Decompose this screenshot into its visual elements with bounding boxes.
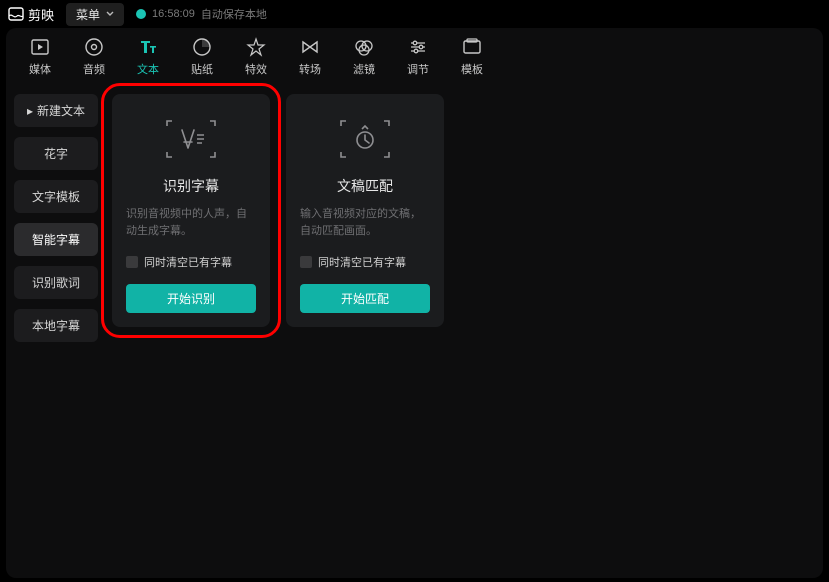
nav-label: 模板 [461,61,483,77]
app-logo-icon [8,6,24,22]
checkbox-label: 同时清空已有字幕 [144,254,232,270]
effects-icon [246,37,266,57]
app-name: 剪映 [28,5,54,24]
clear-subtitles-checkbox[interactable]: 同时清空已有字幕 [126,254,256,270]
nav-label: 媒体 [29,61,51,77]
filter-icon [354,37,374,57]
nav-filter[interactable]: 滤镜 [338,32,390,82]
nav-label: 特效 [245,61,267,77]
top-nav: 媒体 音频 文本 贴纸 特效 转场 滤镜 调节 模板 [6,28,823,86]
nav-media[interactable]: 媒体 [14,32,66,82]
sidebar-item-text-template[interactable]: 文字模板 [14,180,98,213]
checkbox-label: 同时清空已有字幕 [318,254,406,270]
text-icon [138,37,158,57]
sidebar-item-new-text[interactable]: ▸ 新建文本 [14,94,98,127]
sidebar-item-local-subtitle[interactable]: 本地字幕 [14,309,98,342]
sidebar-item-recognize-lyrics[interactable]: 识别歌词 [14,266,98,299]
adjust-icon [408,37,428,57]
template-icon [462,37,482,57]
nav-label: 音频 [83,61,105,77]
sidebar-item-label: 识别歌词 [32,274,80,291]
content-area: 识别字幕 识别音视频中的人声，自动生成字幕。 同时清空已有字幕 开始识别 文稿匹… [106,86,823,578]
nav-label: 转场 [299,61,321,77]
menu-button[interactable]: 菜单 [66,3,124,26]
sidebar-item-flower-text[interactable]: 花字 [14,137,98,170]
sidebar-item-label: 新建文本 [37,102,85,119]
status-dot-icon [136,9,146,19]
menu-label: 菜单 [76,6,100,23]
card-title: 文稿匹配 [337,176,393,196]
nav-adjust[interactable]: 调节 [392,32,444,82]
nav-label: 文本 [137,61,159,77]
sidebar-item-label: 文字模板 [32,188,80,205]
card-description: 输入音视频对应的文稿，自动匹配画面。 [300,206,430,240]
checkbox-icon [126,256,138,268]
transition-icon [300,37,320,57]
bullet-icon: ▸ [27,104,33,118]
sidebar-item-label: 本地字幕 [32,317,80,334]
sidebar: ▸ 新建文本 花字 文字模板 智能字幕 识别歌词 本地字幕 [6,86,106,578]
nav-sticker[interactable]: 贴纸 [176,32,228,82]
nav-template[interactable]: 模板 [446,32,498,82]
nav-audio[interactable]: 音频 [68,32,120,82]
sticker-icon [192,37,212,57]
status-text: 自动保存本地 [201,6,267,22]
nav-transition[interactable]: 转场 [284,32,336,82]
card-description: 识别音视频中的人声，自动生成字幕。 [126,206,256,240]
chevron-down-icon [106,11,114,17]
audio-icon [84,37,104,57]
clear-subtitles-checkbox[interactable]: 同时清空已有字幕 [300,254,430,270]
checkbox-icon [300,256,312,268]
start-recognize-button[interactable]: 开始识别 [126,284,256,313]
recognize-subtitle-icon [164,118,218,160]
app-logo: 剪映 [8,5,54,24]
sidebar-item-smart-subtitle[interactable]: 智能字幕 [14,223,98,256]
workspace: ▸ 新建文本 花字 文字模板 智能字幕 识别歌词 本地字幕 [6,86,823,578]
title-bar: 剪映 菜单 16:58:09 自动保存本地 [0,0,829,28]
nav-label: 滤镜 [353,61,375,77]
sidebar-item-label: 智能字幕 [32,231,80,248]
card-recognize-subtitle: 识别字幕 识别音视频中的人声，自动生成字幕。 同时清空已有字幕 开始识别 [112,94,270,327]
start-match-button[interactable]: 开始匹配 [300,284,430,313]
transcript-match-icon [338,118,392,160]
sidebar-item-label: 花字 [44,145,68,162]
card-title: 识别字幕 [163,176,219,196]
card-transcript-match: 文稿匹配 输入音视频对应的文稿，自动匹配画面。 同时清空已有字幕 开始匹配 [286,94,444,327]
media-icon [30,37,50,57]
nav-effects[interactable]: 特效 [230,32,282,82]
nav-text[interactable]: 文本 [122,32,174,82]
nav-label: 贴纸 [191,61,213,77]
status-time: 16:58:09 [152,8,195,20]
nav-label: 调节 [407,61,429,77]
autosave-status: 16:58:09 自动保存本地 [136,6,267,22]
